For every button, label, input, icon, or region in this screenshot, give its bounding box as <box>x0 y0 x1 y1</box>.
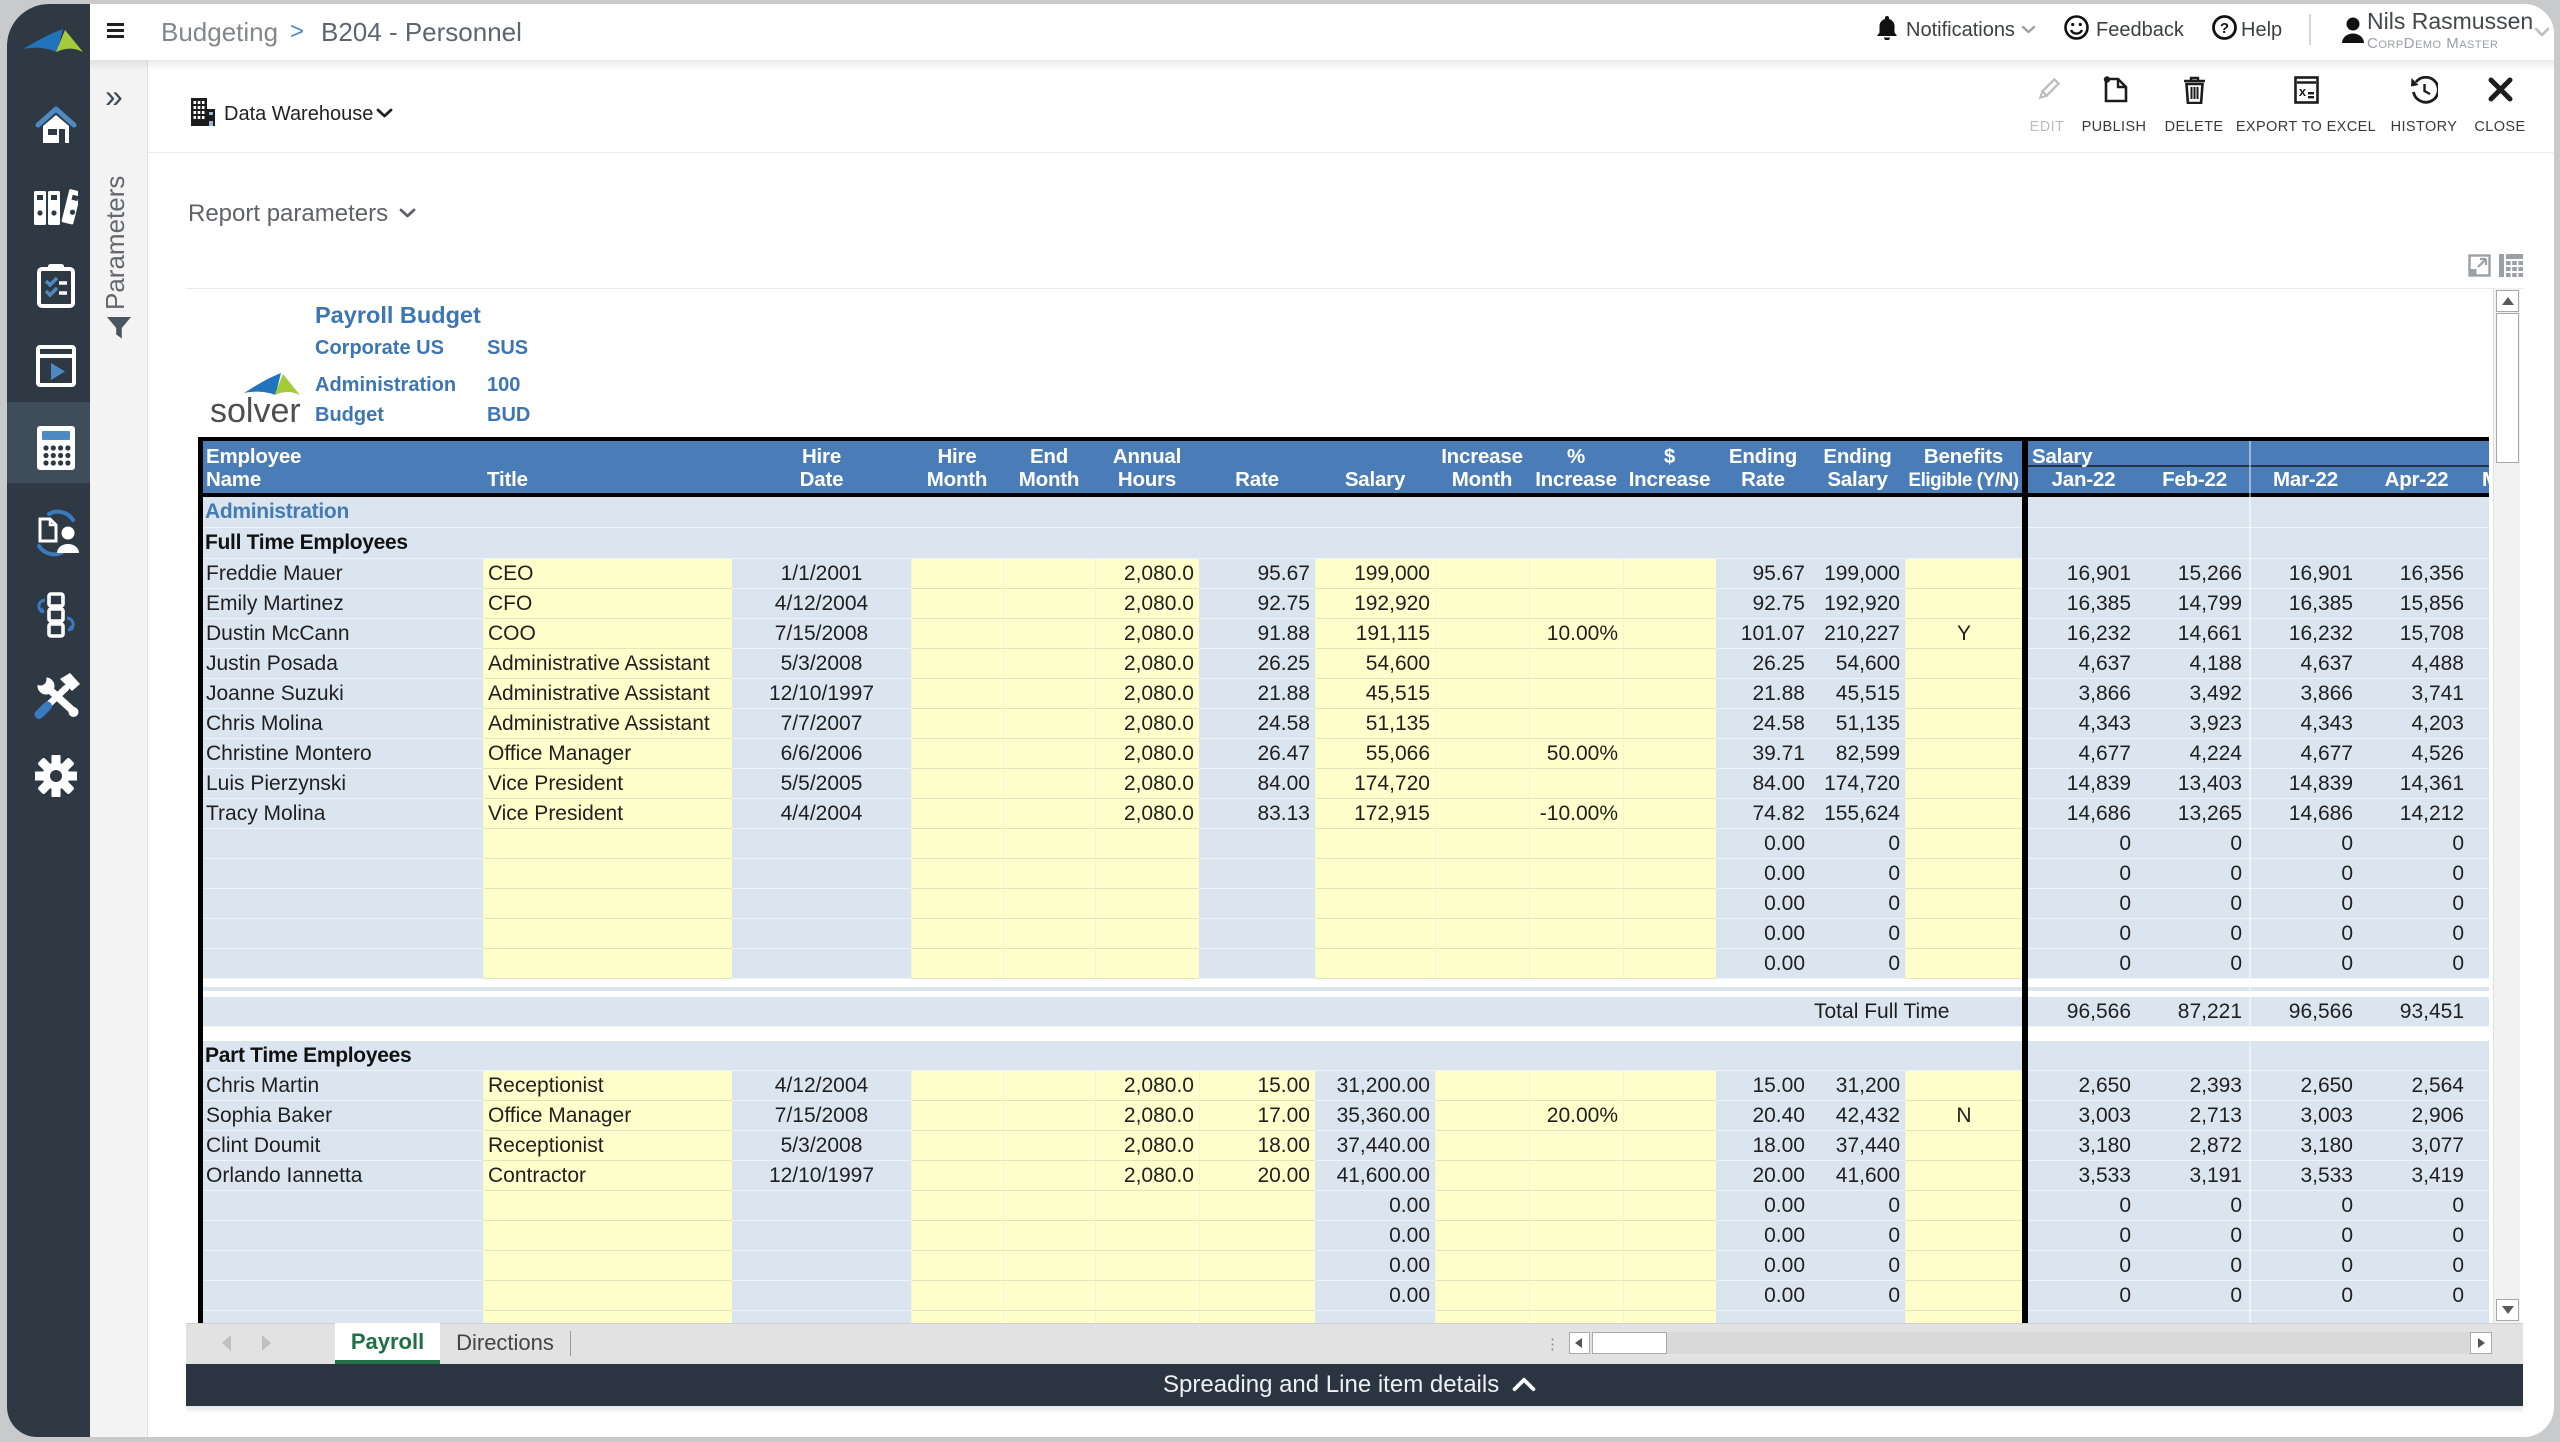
svg-text:x: x <box>2299 84 2307 99</box>
svg-text:?: ? <box>2220 20 2229 37</box>
